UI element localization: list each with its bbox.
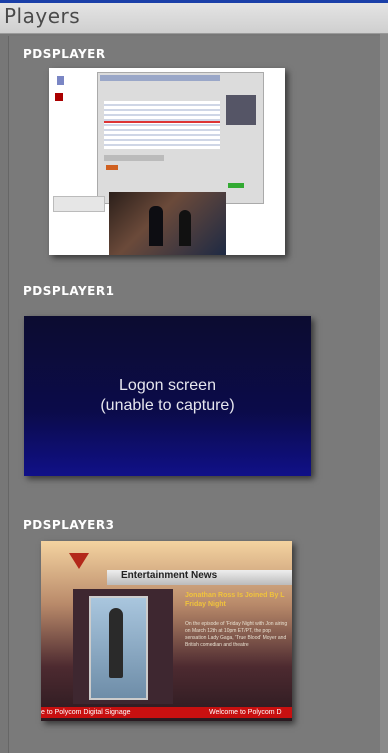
player-name-pdsplayer: PDSPLAYER [23, 47, 106, 61]
news-photo [89, 596, 148, 700]
news-banner-label: Entertainment News [121, 570, 218, 581]
alert-icon [55, 93, 63, 101]
app-orange-button [106, 165, 118, 170]
captured-video [109, 192, 226, 255]
player-thumbnail-pdsplayer1[interactable]: Logon screen (unable to capture) [24, 316, 311, 476]
player-name-pdsplayer1: PDSPLAYER1 [23, 284, 115, 298]
captured-left-panel [53, 196, 105, 212]
app-green-indicator [228, 183, 244, 188]
polycom-logo-icon [57, 76, 64, 85]
logon-message-line1: Logon screen [119, 377, 216, 394]
photo-figure [109, 608, 123, 678]
video-figure [179, 210, 191, 246]
player-thumbnail-pdsplayer3[interactable]: Entertainment News Jonathan Ross Is Join… [41, 541, 292, 721]
news-ticker: e to Polycom Digital Signage Welcome to … [41, 707, 292, 718]
player-name-pdsplayer3: PDSPLAYER3 [23, 518, 115, 532]
news-banner: Entertainment News [107, 570, 292, 585]
app-toolbar [100, 75, 220, 81]
panel-title: Players [4, 4, 81, 28]
logon-screen-message: Logon screen (unable to capture) [24, 376, 311, 416]
ticker-text-left: e to Polycom Digital Signage [41, 709, 131, 716]
logon-message-line2: (unable to capture) [100, 397, 235, 414]
app-preview [226, 95, 256, 125]
captured-app-window [97, 72, 264, 204]
video-figure [149, 206, 163, 246]
news-headline: Jonathan Ross Is Joined By L Friday Nigh… [185, 592, 285, 608]
polycom-logo-icon [69, 553, 89, 569]
scrollbar[interactable] [380, 34, 388, 753]
app-table [104, 101, 220, 149]
player-thumbnail-pdsplayer[interactable] [49, 68, 285, 255]
app-selected-row [104, 121, 220, 123]
news-body: On the episode of 'Friday Night with Jon… [185, 621, 288, 648]
ticker-text-right: Welcome to Polycom D [209, 709, 282, 716]
panel-header: Players [0, 3, 388, 34]
app-buttons [104, 155, 164, 161]
